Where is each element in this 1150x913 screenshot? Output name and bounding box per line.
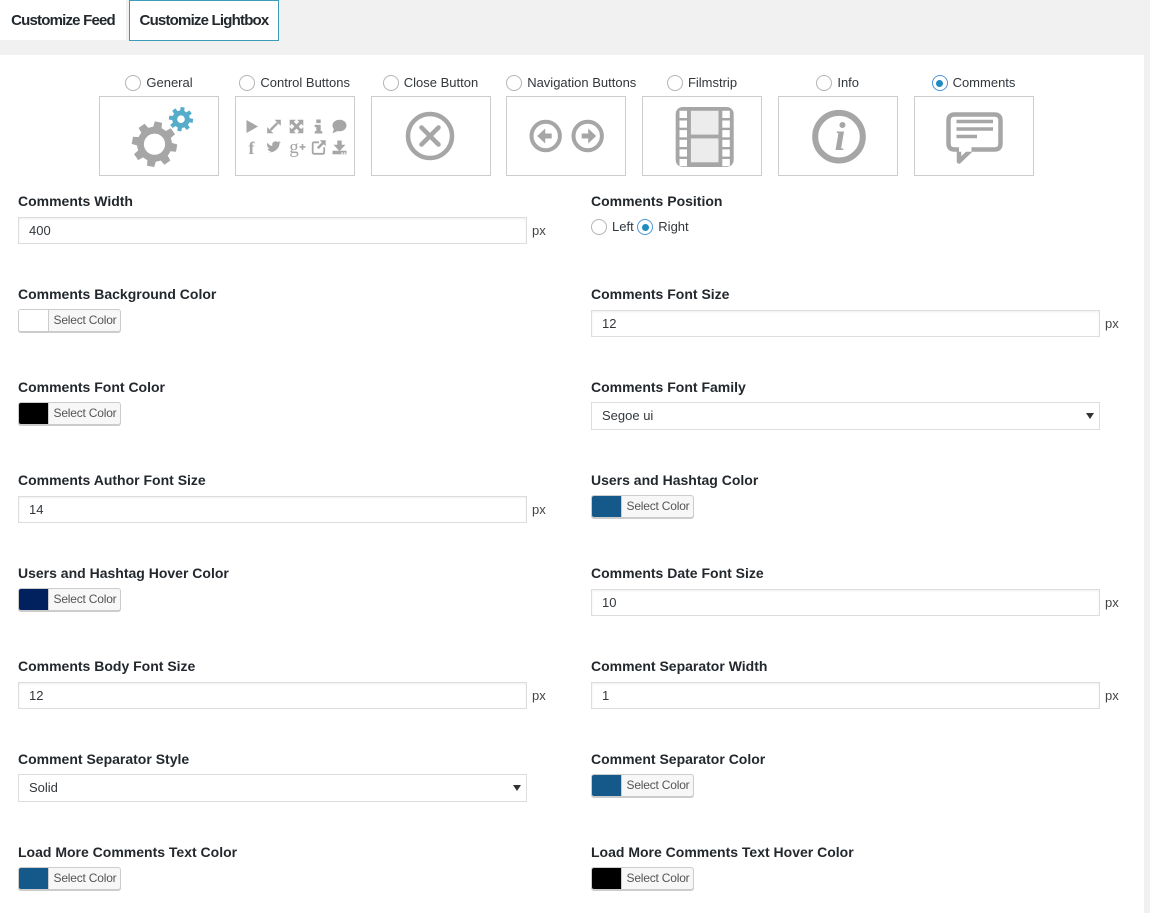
svg-text:g: g: [289, 137, 299, 158]
svg-text:f: f: [248, 138, 255, 158]
svg-text:i: i: [834, 114, 845, 159]
